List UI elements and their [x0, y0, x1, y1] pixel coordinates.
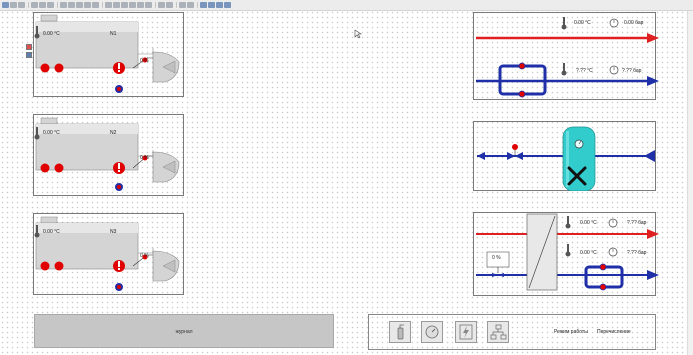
tool-down-icon[interactable]: [145, 2, 152, 8]
tool-paste-icon[interactable]: [92, 2, 99, 8]
exchanger-bottom-pressure: ?.?? бар: [627, 250, 647, 256]
supply-pressure: 0.00 бар: [624, 20, 644, 26]
valve-icon[interactable]: [507, 152, 515, 160]
network-button[interactable]: [487, 321, 509, 343]
exchanger-valve-value: 0 %: [492, 255, 501, 261]
exchanger-top-temp: 0.00 °C: [580, 220, 597, 226]
tool-back-icon[interactable]: [31, 2, 38, 8]
boiler-temp: 0.00 °C: [43, 31, 60, 37]
tool-zoom-icon[interactable]: [18, 2, 25, 8]
pump-status-icon[interactable]: [115, 85, 123, 93]
thermometer-icon: [34, 225, 40, 238]
return-pressure: ?.?? бар: [622, 68, 642, 74]
burner-light-2: [54, 261, 64, 271]
power-button[interactable]: [455, 321, 477, 343]
toolbar-divider: [176, 2, 177, 8]
tool-link2-icon[interactable]: [208, 2, 215, 8]
gauge-icon: [425, 325, 439, 339]
boiler-1-graphic[interactable]: [33, 12, 184, 97]
pump-status-icon[interactable]: [115, 283, 123, 291]
network-icon: [490, 324, 507, 340]
boiler-id: N1: [110, 31, 117, 37]
tool-lock-icon[interactable]: [158, 2, 165, 8]
save-icon[interactable]: [26, 52, 32, 58]
tool-minus-icon[interactable]: [179, 2, 186, 8]
damper-value: 0 %: [140, 253, 149, 259]
journal-label: журнал: [175, 329, 193, 335]
supply-temp: 0.00 °C: [574, 20, 591, 26]
boiler-temp: 0.00 °C: [43, 229, 60, 235]
tool-up-icon[interactable]: [137, 2, 144, 8]
tool-link3-icon[interactable]: [216, 2, 223, 8]
tool-list-icon[interactable]: [166, 2, 173, 8]
tool-copy-icon[interactable]: [84, 2, 91, 8]
gauge-button[interactable]: [421, 321, 443, 343]
control-bar: Режим работы Перечисление: [368, 314, 656, 350]
toolbar-divider: [197, 2, 198, 8]
lightning-icon: [459, 324, 473, 340]
exchanger-top-pressure: ?.?? бар: [627, 220, 647, 226]
vertical-scrollbar[interactable]: [687, 11, 693, 355]
tool-forward2-icon[interactable]: [129, 2, 136, 8]
tool-forward-icon[interactable]: [39, 2, 46, 8]
mode-label: Режим работы: [554, 329, 588, 335]
toolbar-divider: [102, 2, 103, 8]
toolbar: [0, 0, 693, 11]
exchanger-bottom-temp: 0.00 °C: [580, 250, 597, 256]
boiler-3-graphic[interactable]: [33, 213, 184, 295]
tool-step-icon[interactable]: [113, 2, 120, 8]
boiler-id: N3: [110, 229, 117, 235]
mode-value[interactable]: Перечисление: [597, 329, 631, 335]
tool-align-left-icon[interactable]: [68, 2, 75, 8]
tank-graphic[interactable]: [473, 121, 656, 191]
burner-light-1: [40, 261, 50, 271]
toolbar-divider: [155, 2, 156, 8]
tool-play-icon[interactable]: [105, 2, 112, 8]
damper-value: 0 %: [140, 58, 149, 64]
fire-extinguisher-button[interactable]: [389, 321, 411, 343]
burner-light-1: [40, 163, 50, 173]
return-temp: ?.?? °C: [576, 68, 593, 74]
boiler-id: N2: [110, 130, 117, 136]
tool-rewind-icon[interactable]: [121, 2, 128, 8]
toolbar-divider: [28, 2, 29, 8]
tool-select-icon[interactable]: [2, 2, 9, 8]
pump-status-icon[interactable]: [115, 183, 123, 191]
tool-pan-icon[interactable]: [10, 2, 17, 8]
toolbar-divider: [57, 2, 58, 8]
burner-light-2: [54, 163, 64, 173]
valve-icon[interactable]: [492, 273, 498, 277]
tool-align-right-icon[interactable]: [76, 2, 83, 8]
mouse-cursor-icon: [354, 29, 362, 39]
tool-grid-icon[interactable]: [60, 2, 67, 8]
record-icon[interactable]: [26, 44, 32, 50]
fire-extinguisher-icon: [397, 324, 404, 340]
thermometer-icon: [34, 127, 40, 140]
tool-plus-icon[interactable]: [187, 2, 194, 8]
burner-light-1: [40, 63, 50, 73]
tool-stop-icon[interactable]: [47, 2, 54, 8]
journal-panel[interactable]: журнал: [34, 314, 334, 348]
thermometer-icon: [34, 26, 40, 39]
tool-link-icon[interactable]: [200, 2, 207, 8]
boiler-temp: 0.00 °C: [43, 130, 60, 136]
tool-link4-icon[interactable]: [224, 2, 231, 8]
boiler-2-graphic[interactable]: [33, 114, 184, 196]
burner-light-2: [54, 63, 64, 73]
damper-value: 0 %: [140, 155, 149, 161]
